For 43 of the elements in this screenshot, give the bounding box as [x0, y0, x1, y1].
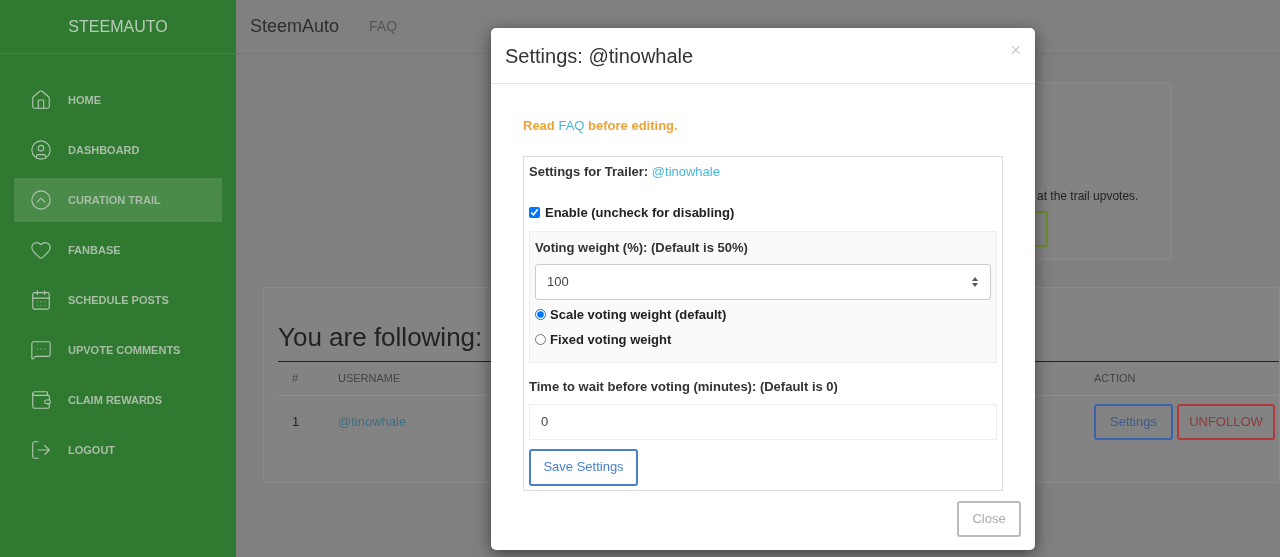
radio-label: Fixed voting weight: [550, 330, 672, 349]
wait-input[interactable]: 0: [529, 403, 997, 440]
spinner-icon[interactable]: [971, 276, 979, 288]
sidebar-item[interactable]: UPVOTE COMMENTS: [14, 328, 222, 372]
table-cell-text: 1: [291, 413, 301, 432]
sidebar-brand: STEEMAUTO: [68, 16, 168, 37]
sidebar-item[interactable]: LOGOUT: [14, 428, 222, 472]
user-circle-icon: [30, 139, 52, 161]
info-text: at the trail upvotes.: [1036, 188, 1140, 205]
chat-bubble-icon: [30, 339, 52, 361]
sidebar-item[interactable]: SCHEDULE POSTS: [14, 278, 222, 322]
navbar-brand[interactable]: SteemAuto: [250, 13, 340, 40]
weight-mode-radio[interactable]: [535, 309, 546, 320]
dialog-title: Settings: @tinowhale: [505, 43, 694, 69]
sidebar-item[interactable]: DASHBOARD: [14, 128, 222, 172]
heart-icon: [30, 239, 52, 261]
wait-label: Time to wait before voting (minutes): (Default is 0): [529, 378, 839, 396]
wallet-icon: [30, 389, 52, 411]
column-header: #: [291, 371, 300, 387]
calendar-icon: [30, 289, 52, 311]
weight-label: Voting weight (%): (Default is 50%): [535, 238, 749, 257]
sidebar-item[interactable]: FANBASE: [14, 228, 222, 272]
sidebar-item[interactable]: CLAIM REWARDS: [14, 378, 222, 422]
trailer-link[interactable]: @tinowhale: [651, 163, 720, 179]
unfollow-button[interactable]: UNFOLLOW: [1177, 404, 1275, 440]
notice-text: Read FAQ before editing.: [523, 117, 679, 135]
sidebar-item[interactable]: HOME: [14, 78, 222, 122]
username-link[interactable]: @tinowhale: [338, 414, 407, 430]
enable-label: Enable (uncheck for disabling): [545, 204, 735, 222]
faq-link[interactable]: FAQ: [558, 118, 585, 133]
settings-button[interactable]: Settings: [1094, 404, 1173, 440]
house-icon: [30, 89, 52, 111]
column-header: ACTION: [1094, 371, 1136, 387]
logout-icon: [30, 439, 52, 461]
trailer-label: Settings for Trailer: @tinowhale: [529, 162, 721, 181]
close-button[interactable]: Close: [957, 501, 1021, 537]
save-settings-button[interactable]: Save Settings: [529, 448, 638, 486]
weight-mode-radio[interactable]: [535, 334, 546, 345]
chevron-circle-icon: [30, 189, 52, 211]
enable-checkbox[interactable]: [529, 207, 540, 219]
column-header: USERNAME: [338, 372, 401, 385]
sidebar-item[interactable]: CURATION TRAIL: [14, 178, 222, 222]
weight-input[interactable]: 100: [535, 264, 991, 300]
